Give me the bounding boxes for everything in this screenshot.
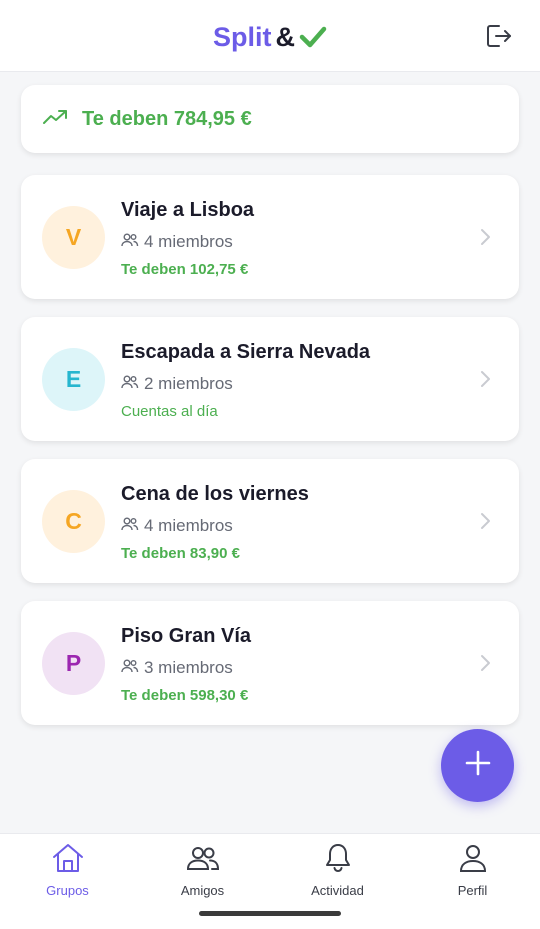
people-icon <box>121 516 144 536</box>
user-icon <box>456 842 490 879</box>
logout-icon <box>484 22 512 55</box>
nav-label: Amigos <box>180 883 225 898</box>
people-icon <box>121 232 144 252</box>
group-members-count: 4 miembros <box>144 516 233 535</box>
nav-item-perfil[interactable]: Perfil <box>405 842 540 902</box>
app-logo: Split & <box>0 20 540 57</box>
group-avatar: P <box>42 632 105 695</box>
group-name: Escapada a Sierra Nevada <box>121 341 371 363</box>
group-members: 3 miembros <box>121 658 233 678</box>
nav-label: Perfil <box>457 883 488 898</box>
balance-summary-text: Te deben 784,95 € <box>82 107 252 130</box>
group-balance-status: Te deben 102,75 € <box>121 261 249 278</box>
group-balance-status: Te deben 83,90 € <box>121 545 240 562</box>
people-icon <box>121 374 144 394</box>
app-header: Split & <box>0 0 540 72</box>
home-icon <box>51 842 85 879</box>
bell-icon <box>321 842 355 879</box>
logout-button[interactable] <box>482 22 514 54</box>
group-avatar: E <box>42 348 105 411</box>
group-members-count: 4 miembros <box>144 232 233 251</box>
group-balance-status: Te deben 598,30 € <box>121 687 249 704</box>
group-members: 4 miembros <box>121 516 233 536</box>
group-avatar: C <box>42 490 105 553</box>
logo-split-text: Split <box>213 22 272 52</box>
nav-label: Grupos <box>46 883 89 898</box>
chevron-right-icon <box>476 225 494 249</box>
nav-label: Actividad <box>311 883 364 898</box>
nav-item-actividad[interactable]: Actividad <box>270 842 405 902</box>
group-avatar: V <box>42 206 105 269</box>
nav-item-amigos[interactable]: Amigos <box>135 842 270 902</box>
chevron-right-icon <box>476 509 494 533</box>
logo-amp-text: & <box>275 22 296 52</box>
chevron-right-icon <box>476 651 494 675</box>
people-icon <box>121 658 144 678</box>
group-card[interactable]: P Piso Gran Vía 3 miembros Te deben 598,… <box>21 601 519 725</box>
trending-up-icon <box>42 107 68 132</box>
plus-icon <box>464 749 492 782</box>
group-balance-status: Cuentas al día <box>121 403 218 420</box>
group-name: Cena de los viernes <box>121 483 309 505</box>
group-name: Viaje a Lisboa <box>121 199 255 221</box>
group-card[interactable]: C Cena de los viernes 4 miembros Te debe… <box>21 459 519 583</box>
group-name: Piso Gran Vía <box>121 625 252 647</box>
group-card[interactable]: V Viaje a Lisboa 4 miembros Te deben 102… <box>21 175 519 299</box>
group-members: 2 miembros <box>121 374 233 394</box>
balance-summary-card: Te deben 784,95 € <box>21 85 519 153</box>
group-card[interactable]: E Escapada a Sierra Nevada 2 miembros Cu… <box>21 317 519 441</box>
people-icon <box>186 842 220 879</box>
nav-item-grupos[interactable]: Grupos <box>0 842 135 902</box>
chevron-right-icon <box>476 367 494 391</box>
check-icon <box>299 23 327 57</box>
home-indicator <box>199 911 341 916</box>
group-members: 4 miembros <box>121 232 233 252</box>
group-members-count: 2 miembros <box>144 374 233 393</box>
group-members-count: 3 miembros <box>144 658 233 677</box>
add-group-button[interactable] <box>441 729 514 802</box>
